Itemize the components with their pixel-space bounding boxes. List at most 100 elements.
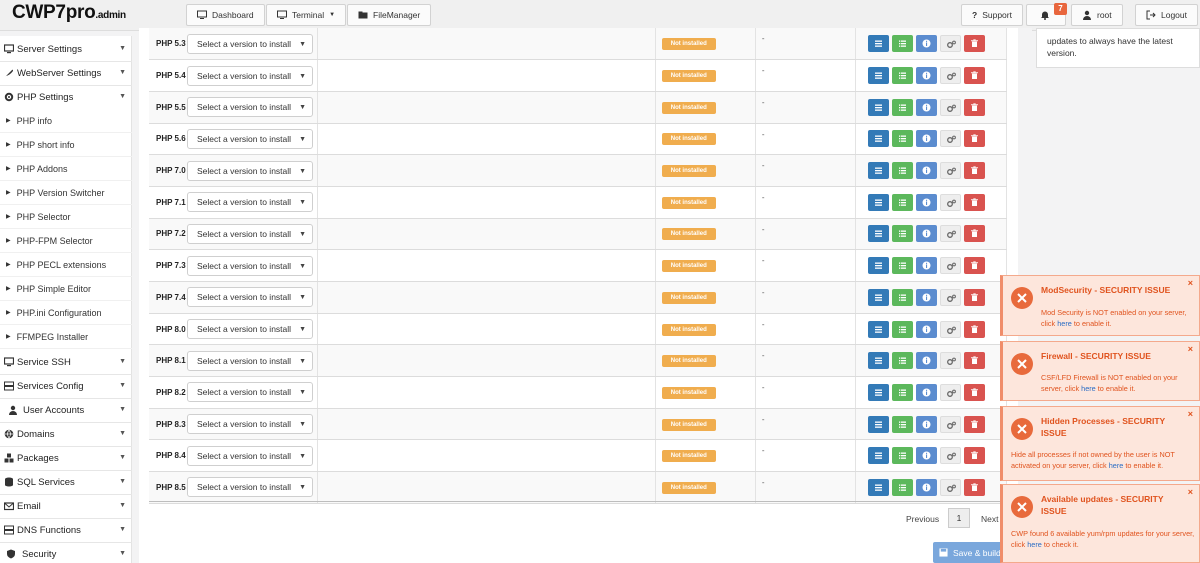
configure-button[interactable] bbox=[939, 193, 961, 211]
sidebar-subitem-php-version-switcher[interactable]: ▶ PHP Version Switcher bbox=[0, 181, 132, 205]
sidebar-item-services-config[interactable]: Services Config ▼ bbox=[0, 374, 132, 398]
sidebar-item-webserver-settings[interactable]: WebServer Settings ▼ bbox=[0, 61, 132, 85]
sidebar-item-sql-services[interactable]: SQL Services ▼ bbox=[0, 470, 132, 494]
version-select[interactable]: Select a version to install ▼ bbox=[187, 255, 314, 276]
version-select[interactable]: Select a version to install ▼ bbox=[187, 160, 314, 181]
delete-button[interactable] bbox=[963, 320, 985, 338]
list-button[interactable] bbox=[867, 35, 889, 53]
info-button[interactable] bbox=[915, 352, 937, 370]
list-button[interactable] bbox=[867, 225, 889, 243]
list-button[interactable] bbox=[867, 383, 889, 401]
sidebar-subitem-php-pecl-extensions[interactable]: ▶ PHP PECL extensions bbox=[0, 253, 132, 277]
info-button[interactable] bbox=[915, 257, 937, 275]
configure-button[interactable] bbox=[939, 257, 961, 275]
configure-button[interactable] bbox=[939, 415, 961, 433]
notification-link[interactable]: here bbox=[1109, 461, 1124, 470]
list-button[interactable] bbox=[867, 320, 889, 338]
delete-button[interactable] bbox=[963, 225, 985, 243]
list-button[interactable] bbox=[867, 288, 889, 306]
info-button[interactable] bbox=[915, 447, 937, 465]
sidebar-item-php-settings[interactable]: PHP Settings ▼ bbox=[0, 85, 132, 109]
configure-button[interactable] bbox=[939, 447, 961, 465]
sidebar-item-user-accounts[interactable]: User Accounts ▼ bbox=[0, 398, 132, 422]
configure-button[interactable] bbox=[939, 67, 961, 85]
delete-button[interactable] bbox=[963, 383, 985, 401]
details-button[interactable] bbox=[891, 98, 913, 116]
save-and-build-button[interactable]: Save & build bbox=[933, 542, 1003, 563]
delete-button[interactable] bbox=[963, 257, 985, 275]
sidebar-subitem-php-fpm-selector[interactable]: ▶ PHP-FPM Selector bbox=[0, 229, 132, 253]
list-button[interactable] bbox=[867, 352, 889, 370]
delete-button[interactable] bbox=[963, 352, 985, 370]
details-button[interactable] bbox=[891, 352, 913, 370]
filemanager-button[interactable]: FileManager bbox=[347, 4, 432, 26]
version-select[interactable]: Select a version to install ▼ bbox=[187, 445, 314, 466]
sidebar-subitem-php-addons[interactable]: ▶ PHP Addons bbox=[0, 157, 132, 181]
info-button[interactable] bbox=[915, 193, 937, 211]
configure-button[interactable] bbox=[939, 130, 961, 148]
sidebar-subitem-php-ini-configuration[interactable]: ▶ PHP.ini Configuration bbox=[0, 301, 132, 325]
version-select[interactable]: Select a version to install ▼ bbox=[187, 223, 314, 244]
support-button[interactable]: ? Support bbox=[961, 4, 1023, 26]
logout-button[interactable]: Logout bbox=[1135, 4, 1198, 26]
details-button[interactable] bbox=[891, 193, 913, 211]
user-menu-button[interactable]: root bbox=[1071, 4, 1123, 26]
delete-button[interactable] bbox=[963, 162, 985, 180]
list-button[interactable] bbox=[867, 415, 889, 433]
delete-button[interactable] bbox=[963, 35, 985, 53]
info-button[interactable] bbox=[915, 225, 937, 243]
list-button[interactable] bbox=[867, 447, 889, 465]
details-button[interactable] bbox=[891, 288, 913, 306]
configure-button[interactable] bbox=[939, 98, 961, 116]
delete-button[interactable] bbox=[963, 193, 985, 211]
version-select[interactable]: Select a version to install ▼ bbox=[187, 192, 314, 213]
brand-logo[interactable]: CWP7pro.admin bbox=[12, 2, 126, 24]
pagination-next[interactable]: Next bbox=[981, 514, 998, 524]
details-button[interactable] bbox=[891, 447, 913, 465]
sidebar-item-email[interactable]: Email ▼ bbox=[0, 494, 132, 518]
version-select[interactable]: Select a version to install ▼ bbox=[187, 477, 314, 498]
details-button[interactable] bbox=[891, 257, 913, 275]
sidebar-subitem-php-selector[interactable]: ▶ PHP Selector bbox=[0, 205, 132, 229]
details-button[interactable] bbox=[891, 35, 913, 53]
sidebar-item-packages[interactable]: Packages ▼ bbox=[0, 446, 132, 470]
sidebar-subitem-php-short-info[interactable]: ▶ PHP short info bbox=[0, 133, 132, 157]
info-button[interactable] bbox=[915, 67, 937, 85]
configure-button[interactable] bbox=[939, 320, 961, 338]
delete-button[interactable] bbox=[963, 130, 985, 148]
pagination-previous[interactable]: Previous bbox=[906, 514, 939, 524]
sidebar-item-server-settings[interactable]: Server Settings ▼ bbox=[0, 37, 132, 61]
details-button[interactable] bbox=[891, 162, 913, 180]
list-button[interactable] bbox=[867, 98, 889, 116]
notification-link[interactable]: here bbox=[1081, 384, 1096, 393]
configure-button[interactable] bbox=[939, 288, 961, 306]
version-select[interactable]: Select a version to install ▼ bbox=[187, 350, 314, 371]
delete-button[interactable] bbox=[963, 415, 985, 433]
details-button[interactable] bbox=[891, 67, 913, 85]
info-button[interactable] bbox=[915, 35, 937, 53]
configure-button[interactable] bbox=[939, 35, 961, 53]
delete-button[interactable] bbox=[963, 288, 985, 306]
configure-button[interactable] bbox=[939, 478, 961, 496]
info-button[interactable] bbox=[915, 478, 937, 496]
details-button[interactable] bbox=[891, 130, 913, 148]
info-button[interactable] bbox=[915, 162, 937, 180]
info-button[interactable] bbox=[915, 383, 937, 401]
list-button[interactable] bbox=[867, 67, 889, 85]
configure-button[interactable] bbox=[939, 225, 961, 243]
sidebar-subitem-php-simple-editor[interactable]: ▶ PHP Simple Editor bbox=[0, 277, 132, 301]
details-button[interactable] bbox=[891, 383, 913, 401]
version-select[interactable]: Select a version to install ▼ bbox=[187, 319, 314, 340]
configure-button[interactable] bbox=[939, 383, 961, 401]
version-select[interactable]: Select a version to install ▼ bbox=[187, 414, 314, 435]
notification-link[interactable]: here bbox=[1027, 540, 1042, 549]
version-select[interactable]: Select a version to install ▼ bbox=[187, 287, 314, 308]
delete-button[interactable] bbox=[963, 98, 985, 116]
delete-button[interactable] bbox=[963, 478, 985, 496]
delete-button[interactable] bbox=[963, 447, 985, 465]
version-select[interactable]: Select a version to install ▼ bbox=[187, 33, 314, 54]
sidebar-subitem-ffmpeg-installer[interactable]: ▶ FFMPEG Installer bbox=[0, 325, 132, 349]
list-button[interactable] bbox=[867, 193, 889, 211]
sidebar-item-service-ssh[interactable]: Service SSH ▼ bbox=[0, 350, 132, 374]
dashboard-button[interactable]: Dashboard bbox=[186, 4, 265, 26]
